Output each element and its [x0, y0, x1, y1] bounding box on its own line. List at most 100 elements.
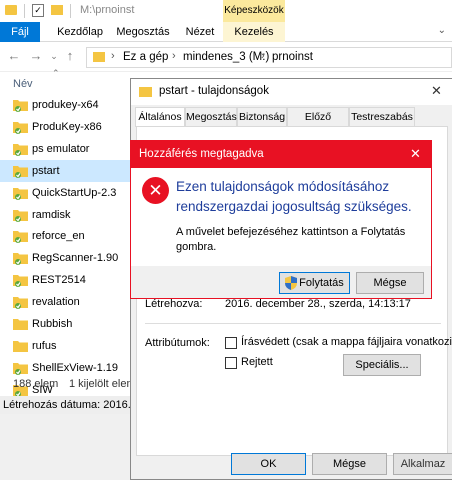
folder-icon: [5, 5, 17, 15]
tab-customize[interactable]: Testreszabás: [349, 107, 415, 127]
tab-security[interactable]: Biztonság: [237, 107, 287, 127]
up-arrow-icon[interactable]: ↑: [62, 48, 78, 64]
forward-arrow-icon[interactable]: →: [28, 48, 44, 64]
explorer-titlebar: ✓ M:\prnoinst Képeszközök: [0, 0, 452, 22]
breadcrumb-drive[interactable]: mindenes_3 (M:): [183, 51, 269, 63]
close-icon[interactable]: ✕: [410, 146, 421, 162]
alert-titlebar: Hozzáférés megtagadva ✕: [131, 141, 431, 168]
close-icon[interactable]: ✕: [431, 83, 442, 99]
alert-main-message: Ezen tulajdonságok módosításához rendsze…: [176, 179, 412, 214]
list-item[interactable]: produkey-x64: [0, 94, 130, 116]
ribbon-tab-bar: Fájl Kezdőlap Megosztás Nézet Kezelés ⌄: [0, 22, 452, 42]
tab-share[interactable]: Megosztás: [114, 22, 172, 42]
properties-quick-icon[interactable]: ✓: [32, 4, 44, 17]
list-item-name: reforce_en: [32, 230, 85, 243]
properties-tab-bar: Általános Megosztás Biztonság Előző verz…: [135, 107, 451, 142]
address-bar[interactable]: › Ez a gép › mindenes_3 (M:) › prnoinst: [86, 47, 452, 68]
tab-home[interactable]: Kezdőlap: [54, 22, 106, 42]
file-list: ⌃ Név produkey-x64 ProduKey-x86 ps emulato…: [0, 68, 130, 419]
list-item-name: REST2514: [32, 274, 86, 287]
list-item-name: ProduKey-x86: [32, 120, 102, 133]
breadcrumb-folder[interactable]: prnoinst: [272, 51, 313, 63]
list-item[interactable]: pstart: [0, 159, 130, 182]
readonly-checkbox[interactable]: [225, 337, 237, 349]
shared-folder-icon: [13, 208, 29, 222]
list-item[interactable]: QuickStartUp-2.3: [0, 182, 130, 204]
cancel-button[interactable]: Mégse: [312, 453, 387, 475]
breadcrumb-separator-icon[interactable]: ›: [172, 50, 176, 62]
continue-button[interactable]: Folytatás: [279, 272, 350, 294]
shared-folder-icon: [13, 361, 29, 375]
tab-file[interactable]: Fájl: [0, 22, 40, 42]
back-arrow-icon[interactable]: ←: [6, 48, 22, 64]
tab-previous-versions[interactable]: Előző verziók: [287, 107, 349, 142]
contextual-tab-group: Képeszközök: [223, 0, 285, 22]
shared-folder-icon: [13, 295, 29, 310]
breadcrumb-this-pc[interactable]: Ez a gép: [123, 51, 168, 63]
tab-view[interactable]: Nézet: [180, 22, 220, 42]
selected-count: 1 kijelölt elem: [69, 378, 136, 390]
recent-locations-chevron-icon[interactable]: ⌄: [46, 48, 62, 64]
breadcrumb-separator-icon[interactable]: ›: [261, 50, 265, 62]
tab-general[interactable]: Általános: [135, 107, 185, 127]
list-item[interactable]: RegScanner-1.90: [0, 247, 130, 269]
folder-icon: [93, 52, 105, 62]
readonly-label[interactable]: Írásvédett (csak a mappa fájljaira vonat…: [241, 336, 452, 348]
list-item[interactable]: reforce_en: [0, 225, 130, 247]
tab-sharing[interactable]: Megosztás: [185, 107, 237, 127]
folder-icon: [13, 317, 29, 331]
breadcrumb-separator-icon[interactable]: ›: [111, 50, 115, 62]
list-item-name: RegScanner-1.90: [32, 252, 119, 265]
navigation-bar: ← → ⌄ ↑ › Ez a gép › mindenes_3 (M:) › p…: [0, 42, 452, 72]
hidden-checkbox[interactable]: [225, 357, 237, 369]
list-item-name: rufus: [32, 339, 57, 352]
folder-icon: [139, 87, 152, 97]
folder-icon: [13, 339, 29, 353]
created-label: Létrehozva:: [145, 298, 203, 310]
collapse-chevron-icon[interactable]: ⌃: [52, 68, 60, 79]
alert-cancel-button[interactable]: Mégse: [356, 272, 424, 294]
details-bar: Létrehozás dátuma: 2016. 12: [0, 396, 130, 414]
list-item-name: ps emulator: [32, 142, 90, 155]
ok-button[interactable]: OK: [231, 453, 306, 475]
ribbon-expand-icon[interactable]: ⌄: [438, 25, 446, 36]
list-item[interactable]: REST2514: [0, 269, 130, 291]
shared-folder-icon: [13, 164, 29, 178]
shared-folder-icon: [13, 273, 29, 288]
shared-folder-icon: [13, 186, 29, 200]
divider: [145, 323, 441, 324]
list-item-name: pstart: [32, 164, 60, 177]
shared-folder-icon: [13, 142, 29, 156]
list-item-name: produkey-x64: [32, 99, 99, 111]
list-item[interactable]: ps emulator: [0, 138, 130, 160]
shared-folder-icon: [13, 98, 29, 112]
properties-titlebar: pstart - tulajdonságok ✕: [131, 79, 452, 105]
item-count: 188 elem: [13, 378, 59, 390]
column-header-name[interactable]: Név: [13, 78, 33, 90]
list-item[interactable]: ProduKey-x86: [0, 116, 130, 138]
alert-button-bar: Folytatás Mégse: [131, 266, 431, 298]
shared-folder-icon: [13, 120, 29, 134]
list-item[interactable]: revalation: [0, 291, 130, 313]
created-value: 2016. december 28., szerda, 14:13:17: [225, 298, 411, 310]
alert-title: Hozzáférés megtagadva: [139, 148, 264, 160]
separator: [70, 4, 71, 18]
list-item[interactable]: ramdisk: [0, 204, 130, 226]
list-item-name: Rubbish: [32, 318, 73, 330]
list-item[interactable]: rufus: [0, 335, 130, 357]
new-folder-quick-icon[interactable]: [51, 5, 63, 15]
continue-button-label: Folytatás: [299, 277, 344, 289]
list-item[interactable]: Rubbish: [0, 313, 130, 335]
apply-button[interactable]: Alkalmaz: [393, 453, 452, 475]
attributes-label: Attribútumok:: [145, 337, 210, 349]
list-item-name: ramdisk: [32, 208, 71, 221]
list-item-name: revalation: [32, 296, 80, 309]
window-path-title: M:\prnoinst: [80, 4, 135, 16]
shared-folder-icon: [13, 251, 29, 266]
advanced-button[interactable]: Speciális...: [343, 354, 421, 376]
error-icon: ✕: [142, 177, 169, 204]
tab-manage[interactable]: Kezelés: [223, 22, 285, 42]
hidden-label[interactable]: Rejtett: [241, 356, 273, 368]
shared-folder-icon: [13, 229, 29, 244]
access-denied-dialog: Hozzáférés megtagadva ✕ ✕ Ezen tulajdons…: [130, 140, 432, 299]
